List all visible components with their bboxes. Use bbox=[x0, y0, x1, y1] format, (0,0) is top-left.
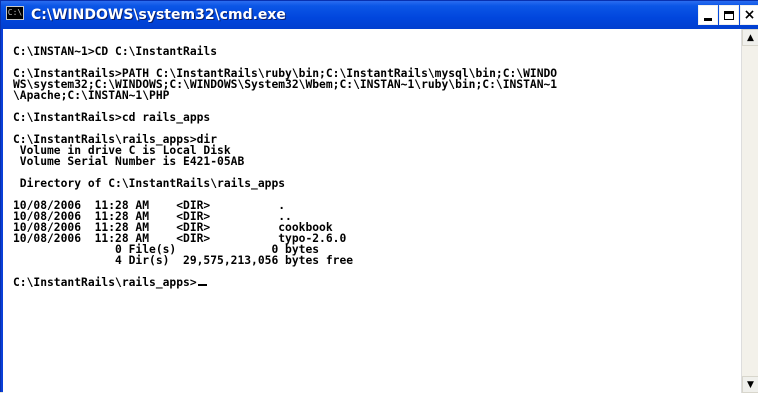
console-line: C:\InstantRails\rails_apps> bbox=[13, 277, 557, 288]
cmd-app-icon[interactable]: C:\ bbox=[6, 6, 24, 20]
title-bar[interactable]: C:\ C:\WINDOWS\system32\cmd.exe × bbox=[1, 1, 758, 29]
maximize-button[interactable] bbox=[719, 5, 739, 25]
minimize-icon bbox=[704, 17, 712, 21]
vertical-scrollbar[interactable]: ▲ ▼ bbox=[741, 29, 758, 393]
scroll-up-arrow-icon: ▲ bbox=[747, 32, 754, 43]
console-line: 4 Dir(s) 29,575,213,056 bytes free bbox=[13, 254, 354, 267]
console-output[interactable]: C:\INSTAN~1>CD C:\InstantRails C:\Instan… bbox=[3, 29, 741, 393]
close-icon: × bbox=[743, 7, 756, 23]
minimize-button[interactable] bbox=[698, 5, 718, 25]
maximize-icon bbox=[724, 10, 734, 20]
console-line: \Apache;C:\INSTAN~1\PHP bbox=[13, 89, 170, 102]
console-window: C:\ C:\WINDOWS\system32\cmd.exe × C:\INS… bbox=[0, 0, 758, 393]
console-line: Volume Serial Number is E421-05AB bbox=[13, 155, 245, 168]
text-cursor bbox=[197, 284, 207, 286]
window-title: C:\WINDOWS\system32\cmd.exe bbox=[31, 7, 286, 23]
scroll-up-button[interactable]: ▲ bbox=[742, 29, 758, 46]
close-button[interactable]: × bbox=[740, 5, 758, 25]
scroll-down-arrow-icon: ▼ bbox=[747, 379, 754, 390]
console-line: Directory of C:\InstantRails\rails_apps bbox=[13, 177, 286, 190]
scroll-down-button[interactable]: ▼ bbox=[742, 376, 758, 393]
console-text: C:\INSTAN~1>CD C:\InstantRails C:\Instan… bbox=[13, 35, 557, 288]
console-line: C:\INSTAN~1>CD C:\InstantRails bbox=[13, 45, 218, 58]
console-line: C:\InstantRails>cd rails_apps bbox=[13, 111, 211, 124]
